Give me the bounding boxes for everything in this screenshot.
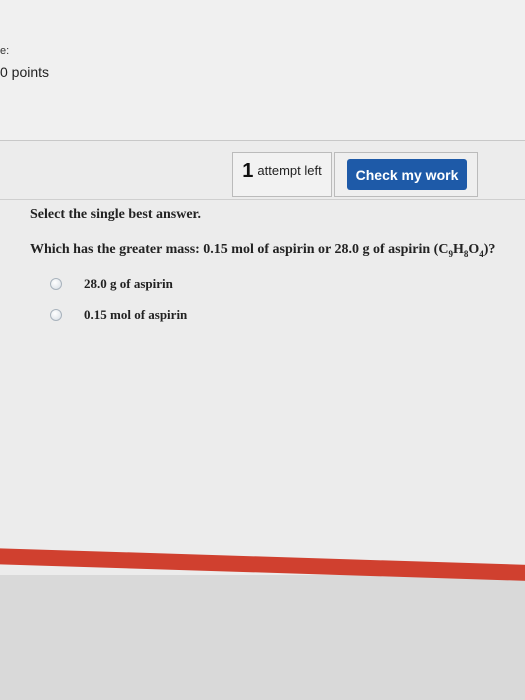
header-band: e: 0 points xyxy=(0,0,525,141)
answer-option[interactable]: 28.0 g of aspirin xyxy=(50,276,173,292)
formula-o: O xyxy=(468,242,480,257)
formula-close: )? xyxy=(483,242,496,257)
answer-option-label[interactable]: 0.15 mol of aspirin xyxy=(84,307,187,323)
check-my-work-button[interactable]: Check my work xyxy=(347,159,467,190)
check-work-container: Check my work xyxy=(334,152,478,197)
divider xyxy=(0,199,525,200)
corner-text: e: xyxy=(0,45,10,57)
question-prompt: Which has the greater mass: 0.15 mol of … xyxy=(30,242,525,259)
attempts-indicator: 1 attempt left xyxy=(232,152,332,197)
question-text: Which has the greater mass: 0.15 mol of … xyxy=(30,242,449,257)
radio-button[interactable] xyxy=(50,309,62,321)
attempts-count: 1 xyxy=(242,160,254,182)
answer-option[interactable]: 0.15 mol of aspirin xyxy=(50,307,187,323)
radio-button[interactable] xyxy=(50,278,62,290)
formula-h: H xyxy=(452,242,464,257)
points-label: 0 points xyxy=(0,64,50,80)
attempts-label: attempt left xyxy=(257,163,322,178)
question-instruction: Select the single best answer. xyxy=(30,207,201,222)
footer-area xyxy=(0,575,525,700)
answer-option-label[interactable]: 28.0 g of aspirin xyxy=(84,276,173,292)
